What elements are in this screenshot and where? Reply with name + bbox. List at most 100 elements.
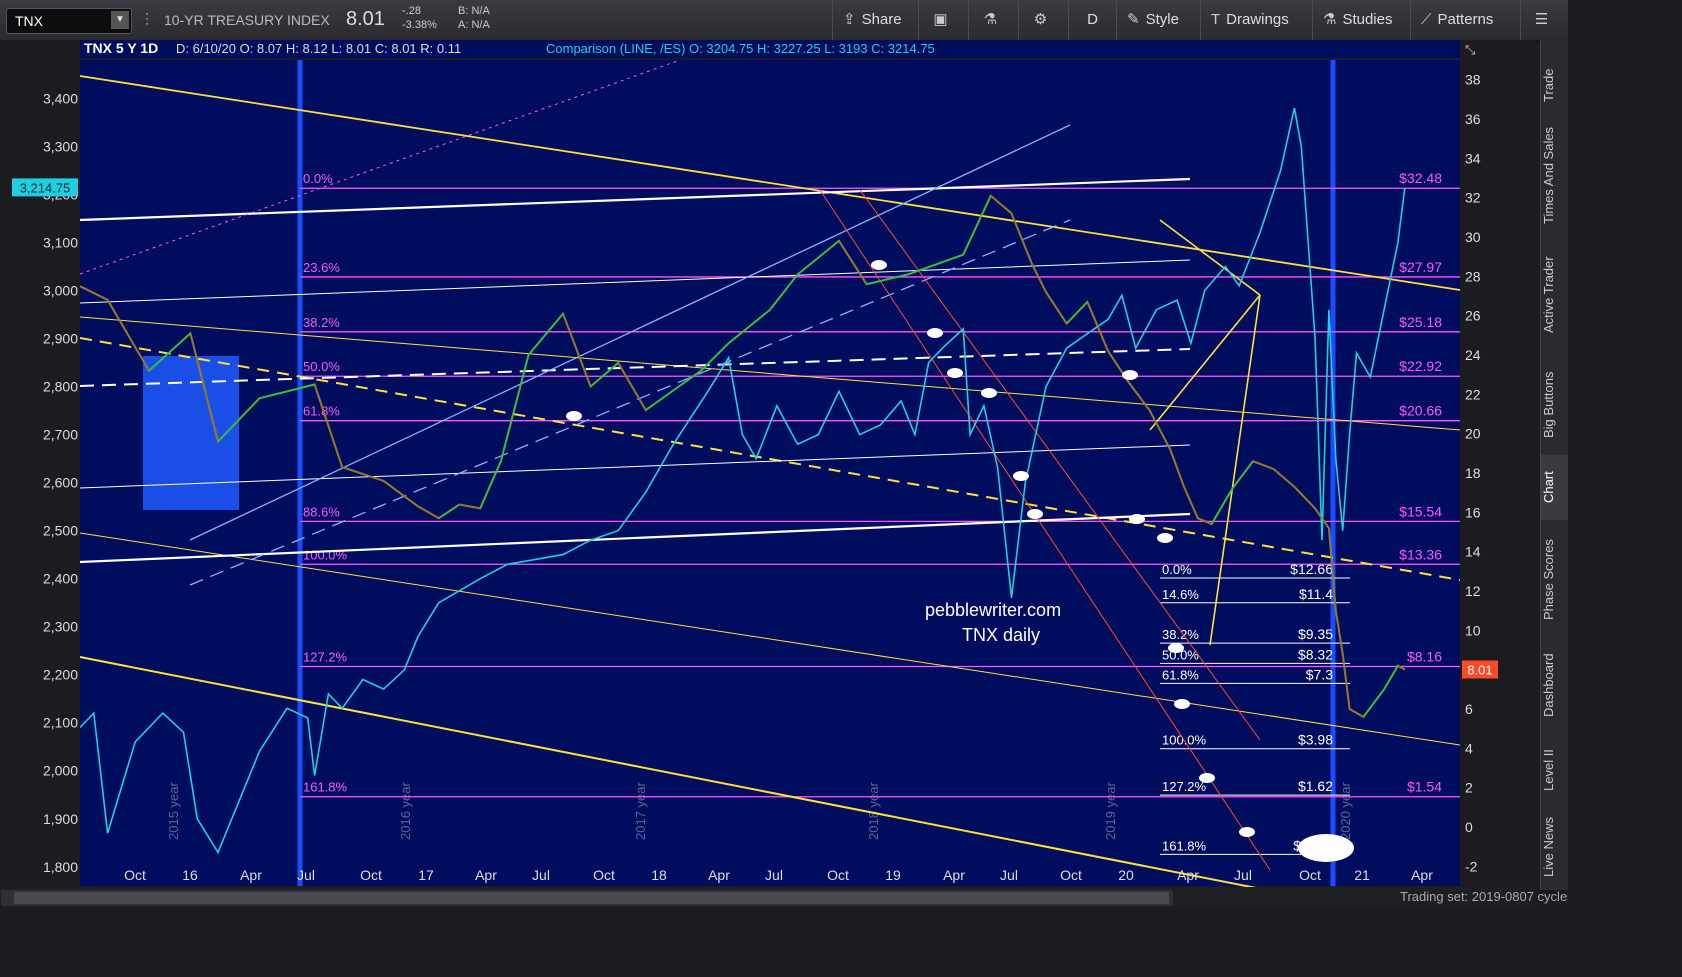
chart-area[interactable]: 2015 year 2016 year 2017 year 2018 year 2019… <box>0 40 1535 977</box>
x-axis-tick: 19 <box>885 867 901 883</box>
drag-handle-icon[interactable]: ⋮ <box>140 10 154 30</box>
gear-button[interactable]: ⚙ <box>1018 0 1068 40</box>
right-axis-tick: 2 <box>1465 780 1473 796</box>
tab-level-ii[interactable]: Level II <box>1541 740 1569 800</box>
collapse-icon: ⤡ <box>1465 42 1476 57</box>
timeframe-button[interactable]: D <box>1068 0 1116 40</box>
right-sidebar: Trade Times And Sales Active Trader Big … <box>1540 40 1569 890</box>
symbol-input[interactable]: TNX ▼ <box>6 8 132 34</box>
x-axis-tick: Apr <box>1411 867 1433 883</box>
left-axis-tick: 3,000 <box>43 283 78 299</box>
drawings-button[interactable]: T Drawings <box>1200 0 1312 40</box>
menu-icon: ☰ <box>1534 11 1549 28</box>
cycle-marker <box>1122 370 1138 380</box>
tab-trade[interactable]: Trade <box>1541 50 1569 120</box>
fib2-pct-label: 161.8% <box>1162 838 1207 853</box>
tab-dashboard[interactable]: Dashboard <box>1541 640 1569 730</box>
scrollbar-thumb[interactable] <box>14 892 1169 904</box>
chart-svg[interactable]: 2015 year 2016 year 2017 year 2018 year 2019… <box>0 40 1535 929</box>
comparison-readout: Comparison (LINE, /ES) O: 3204.75 H: 322… <box>546 41 935 56</box>
left-axis-tick: 2,400 <box>43 571 78 587</box>
x-axis-tick: Oct <box>124 867 146 883</box>
right-axis-tick: 10 <box>1465 622 1481 638</box>
tab-live-news[interactable]: Live News <box>1541 810 1569 885</box>
right-axis-tick: 14 <box>1465 544 1481 560</box>
fib-value-label: $22.92 <box>1399 358 1442 374</box>
fib-pct-label: 100.0% <box>303 547 348 562</box>
right-axis-tick: 6 <box>1465 701 1473 717</box>
year-watermark: 2018 year <box>866 782 881 840</box>
cycle-marker <box>1129 514 1145 524</box>
right-axis-tick: 4 <box>1465 740 1473 756</box>
fib2-value-label: $1.62 <box>1298 778 1333 794</box>
x-axis-tick: Apr <box>1177 867 1199 883</box>
last-price: 8.01 <box>346 8 385 30</box>
x-axis-tick: Oct <box>1060 867 1082 883</box>
chart-settings-button[interactable]: ▣ <box>918 0 968 40</box>
fib2-pct-label: 127.2% <box>1162 779 1207 794</box>
cycle-marker <box>1027 509 1043 519</box>
studies-flask-button[interactable]: ⚗ <box>968 0 1018 40</box>
share-icon: ⇪ <box>843 11 856 28</box>
left-axis-tick: 2,200 <box>43 667 78 683</box>
cycle-marker <box>927 328 943 338</box>
window-edge <box>1568 0 1682 977</box>
x-axis-tick: 18 <box>651 867 667 883</box>
left-axis-tick: 3,400 <box>43 90 78 106</box>
fib2-pct-label: 14.6% <box>1162 587 1199 602</box>
x-axis-tick: Oct <box>593 867 615 883</box>
left-axis-tick: 2,300 <box>43 619 78 635</box>
x-axis-tick: Jul <box>297 867 315 883</box>
left-axis-tick: 2,600 <box>43 475 78 491</box>
es-price-tag: 3,214.75 <box>20 180 71 195</box>
ohlc-readout: D: 6/10/20 O: 8.07 H: 8.12 L: 8.01 C: 8.… <box>176 41 461 56</box>
patterns-button[interactable]: ⟋ Patterns <box>1410 0 1520 40</box>
fib-pct-label: 0.0% <box>303 171 333 186</box>
share-button[interactable]: ⇪ Share <box>832 0 918 40</box>
tab-big-buttons[interactable]: Big Buttons <box>1541 360 1569 450</box>
right-axis-tick: 24 <box>1465 347 1481 363</box>
style-button[interactable]: ✎ Style <box>1116 0 1200 40</box>
cycle-marker <box>1157 533 1173 543</box>
fib-pct-label: 38.2% <box>303 315 340 330</box>
cycles-status: Trading set: 2019-0807 cycles <box>1400 889 1574 904</box>
timeframe-label: D <box>1087 11 1098 28</box>
right-axis-tick: 34 <box>1465 150 1481 166</box>
cycle-marker <box>1199 773 1215 783</box>
fib2-pct-label: 0.0% <box>1162 562 1192 577</box>
tab-phase-scores[interactable]: Phase Scores <box>1541 530 1569 630</box>
right-axis-tick: 18 <box>1465 465 1481 481</box>
menu-button[interactable]: ☰ <box>1520 0 1568 40</box>
fib-pct-label: 161.8% <box>303 780 348 795</box>
symbol-description: 10-YR TREASURY INDEX <box>164 12 330 28</box>
left-axis-tick: 2,700 <box>43 427 78 443</box>
left-axis-tick: 2,500 <box>43 523 78 539</box>
right-axis-tick: 16 <box>1465 504 1481 520</box>
fib2-pct-label: 61.8% <box>1162 667 1199 682</box>
studies-button[interactable]: ⚗ Studies <box>1312 0 1410 40</box>
right-axis-tick: 0 <box>1465 819 1473 835</box>
tab-times-and-sales[interactable]: Times And Sales <box>1541 120 1569 230</box>
fib2-value-label: $8.32 <box>1298 646 1333 662</box>
fib-pct-label: 50.0% <box>303 359 340 374</box>
x-axis-tick: Jul <box>1234 867 1252 883</box>
cycle-marker <box>947 368 963 378</box>
cycle-marker <box>1168 643 1184 653</box>
left-axis-tick: 2,100 <box>43 715 78 731</box>
cycle-marker <box>566 411 582 421</box>
x-axis-tick: 20 <box>1118 867 1134 883</box>
symbol-dropdown-icon[interactable]: ▼ <box>111 11 129 29</box>
year-watermark: 2016 year <box>398 782 413 840</box>
right-axis-tick: 32 <box>1465 190 1481 206</box>
x-axis-tick: Oct <box>827 867 849 883</box>
change-value: -.28 <box>402 5 421 17</box>
fib-pct-label: 88.6% <box>303 504 340 519</box>
patterns-icon: ⟋ <box>1421 11 1432 28</box>
cycle-marker <box>981 388 997 398</box>
tab-chart[interactable]: Chart <box>1541 455 1569 520</box>
cycle-marker <box>871 260 887 270</box>
right-axis-tick: 28 <box>1465 268 1481 284</box>
x-axis-tick: Jul <box>532 867 550 883</box>
x-axis-tick: 17 <box>418 867 434 883</box>
tab-active-trader[interactable]: Active Trader <box>1541 240 1569 350</box>
